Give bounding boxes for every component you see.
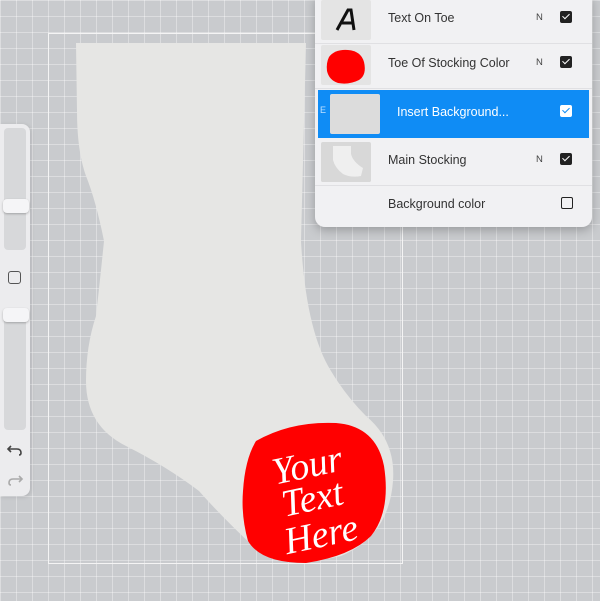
blend-mode-button[interactable]: N xyxy=(536,57,543,68)
layer-thumbnail xyxy=(330,94,380,134)
layer-thumbnail xyxy=(321,0,371,40)
layer-thumbnail xyxy=(321,142,371,182)
selection-marker: E xyxy=(320,105,327,115)
text-layer-icon xyxy=(335,8,356,31)
layers-panel: Text On Toe N Toe Of Stocking Color N E … xyxy=(315,0,592,227)
layer-visibility-checkbox[interactable] xyxy=(561,197,573,209)
stocking-shape-thumbnail xyxy=(321,146,371,182)
layer-visibility-checkbox[interactable] xyxy=(560,11,572,23)
sidebar xyxy=(0,124,30,496)
layer-insert-background[interactable]: E Insert Background... xyxy=(318,90,589,138)
layer-background-color[interactable]: Background color xyxy=(315,184,592,227)
redo-icon[interactable] xyxy=(6,470,24,488)
layer-toe-of-stocking-color[interactable]: Toe Of Stocking Color N xyxy=(315,41,592,89)
blend-mode-button[interactable]: N xyxy=(536,12,543,23)
brush-size-slider[interactable] xyxy=(3,128,29,250)
layer-visibility-checkbox[interactable] xyxy=(560,105,572,117)
layer-visibility-checkbox[interactable] xyxy=(560,56,572,68)
layer-name: Background color xyxy=(388,197,486,211)
opacity-slider[interactable] xyxy=(3,308,29,430)
layer-name: Main Stocking xyxy=(388,153,467,167)
opacity-handle[interactable] xyxy=(3,308,29,322)
undo-icon[interactable] xyxy=(6,440,24,458)
layer-text-on-toe[interactable]: Text On Toe N xyxy=(315,0,592,44)
layer-name: Toe Of Stocking Color xyxy=(388,56,510,70)
red-shape-thumbnail xyxy=(326,49,365,84)
layer-visibility-checkbox[interactable] xyxy=(560,153,572,165)
layer-name: Text On Toe xyxy=(388,11,455,25)
layer-main-stocking[interactable]: Main Stocking N xyxy=(315,138,592,186)
brush-size-handle[interactable] xyxy=(3,199,29,213)
layer-thumbnail xyxy=(321,45,371,85)
blend-mode-button[interactable]: N xyxy=(536,154,543,165)
layer-name: Insert Background... xyxy=(397,105,509,119)
modify-button[interactable] xyxy=(8,271,21,284)
